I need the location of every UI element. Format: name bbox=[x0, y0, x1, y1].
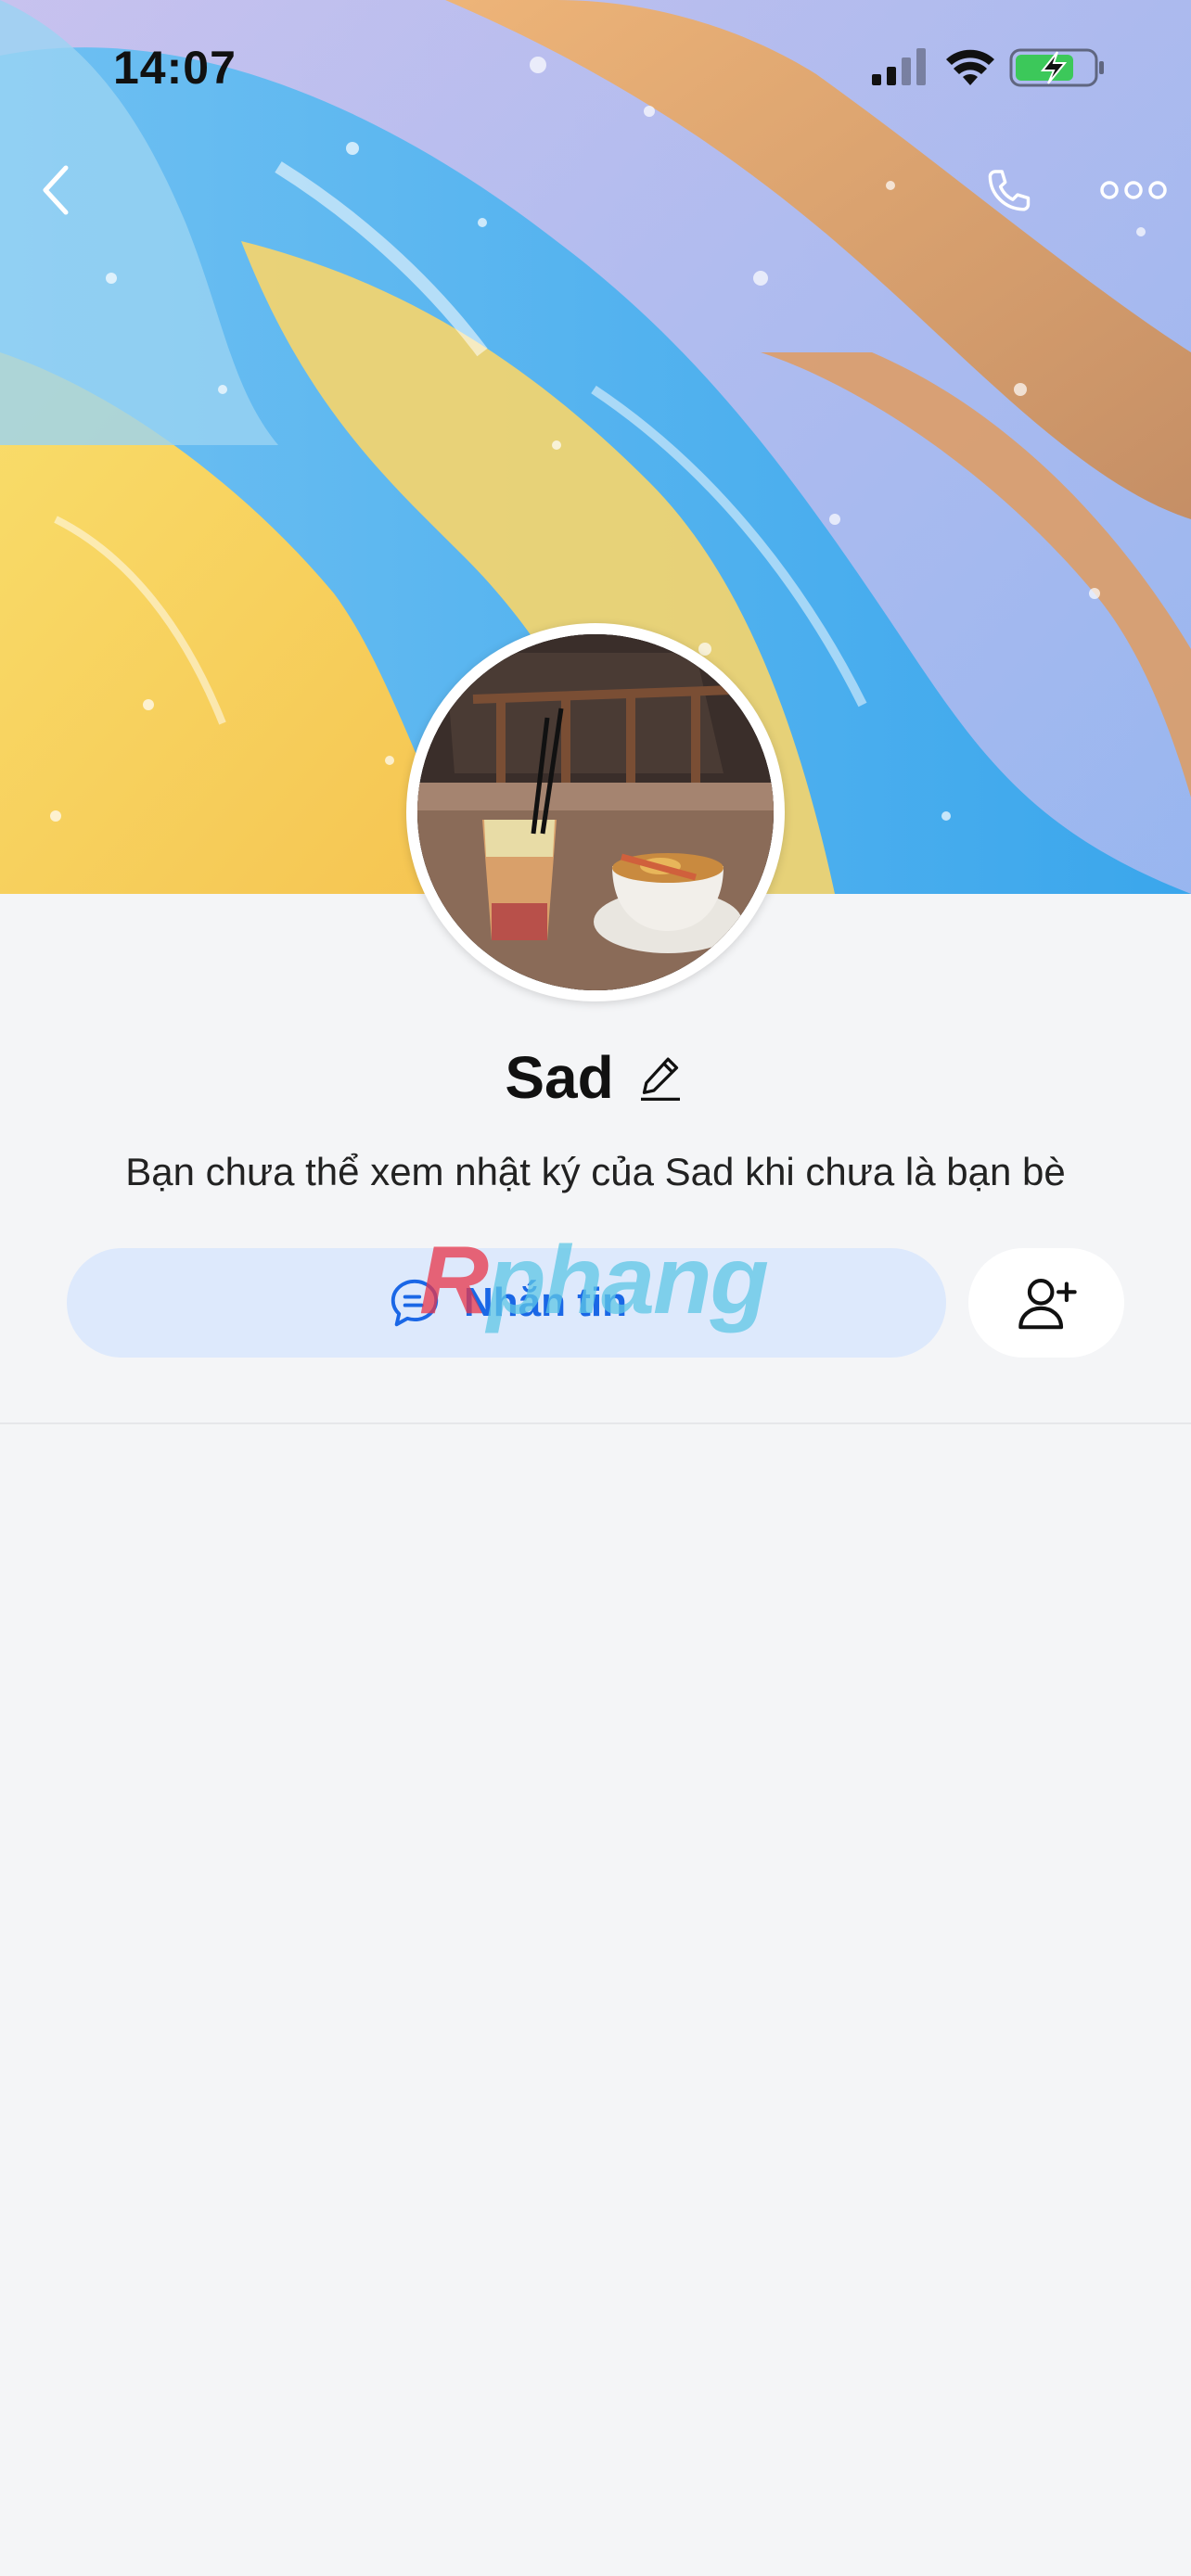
more-dots-icon bbox=[1100, 181, 1167, 199]
message-button-label: Nhắn tin bbox=[464, 1280, 627, 1325]
message-button[interactable]: Nhắn tin bbox=[67, 1248, 946, 1358]
back-button[interactable] bbox=[15, 148, 98, 232]
section-divider bbox=[0, 1422, 1191, 1424]
avatar[interactable] bbox=[406, 623, 785, 1001]
chat-bubble-icon bbox=[391, 1279, 439, 1327]
avatar-photo bbox=[417, 634, 774, 990]
add-friend-button[interactable] bbox=[968, 1248, 1124, 1358]
profile-name-row: Sad bbox=[0, 1040, 1191, 1115]
edit-pencil-icon[interactable] bbox=[634, 1052, 686, 1103]
more-button[interactable] bbox=[1087, 148, 1180, 232]
wifi-icon bbox=[946, 49, 994, 85]
status-time: 14:07 bbox=[113, 42, 237, 94]
diary-restriction-text: Bạn chưa thể xem nhật ký của Sad khi chư… bbox=[125, 1150, 1066, 1193]
back-chevron-icon bbox=[43, 165, 69, 215]
battery-charging-icon bbox=[1009, 48, 1104, 87]
call-button[interactable] bbox=[965, 148, 1048, 232]
status-bar: 14:07 bbox=[0, 0, 1191, 130]
cellular-signal-icon bbox=[872, 48, 926, 85]
add-user-icon bbox=[1018, 1279, 1077, 1330]
phone-icon bbox=[988, 170, 1031, 211]
profile-name: Sad bbox=[505, 1044, 614, 1111]
status-icons bbox=[872, 48, 1104, 87]
